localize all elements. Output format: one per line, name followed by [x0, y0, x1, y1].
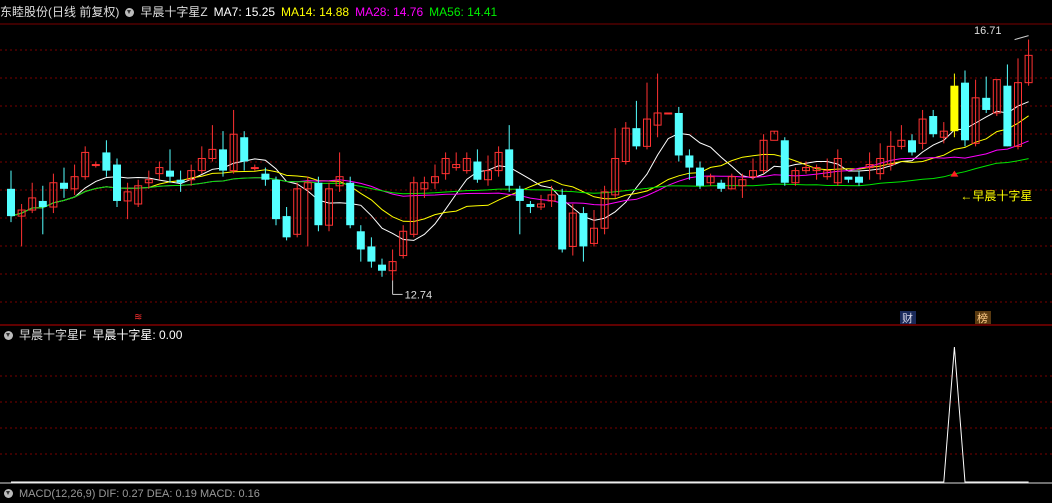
sub-indicator-name[interactable]: 早晨十字星F — [19, 328, 86, 342]
candle-body — [515, 188, 524, 201]
candle-body — [367, 246, 376, 262]
dropdown-icon[interactable] — [4, 331, 13, 340]
macd-text: MACD(12,26,9) DIF: 0.27 DEA: 0.19 MACD: … — [19, 488, 260, 500]
candle-body — [558, 194, 567, 250]
candle-body — [219, 149, 227, 171]
indicator-panel — [11, 346, 1029, 483]
candle-body — [250, 167, 259, 170]
candle-body — [505, 149, 514, 186]
candle-body — [632, 128, 641, 147]
event-marker-bang: 榜 — [977, 311, 988, 325]
candle-series — [7, 39, 1033, 281]
candle-body — [982, 97, 991, 110]
high-arrow — [1014, 35, 1029, 41]
candle-body — [844, 176, 853, 180]
candle-body — [240, 137, 249, 162]
ma7-value: MA7: 15.25 — [213, 5, 276, 19]
candle-body — [91, 164, 100, 167]
candle-body — [102, 152, 111, 171]
candle-body — [929, 116, 938, 135]
candle-body — [696, 167, 704, 186]
ma28-value: MA28: 14.76 — [355, 5, 424, 19]
candle-body — [685, 155, 694, 168]
candle-body — [664, 112, 673, 115]
signal-label: ←早晨十字星 — [960, 188, 1032, 203]
event-marker-cai: 财 — [902, 311, 913, 325]
candle-body — [378, 264, 386, 271]
dropdown-icon[interactable] — [125, 8, 135, 17]
candle-body — [855, 176, 863, 183]
ma14-value: MA14: 14.88 — [281, 5, 350, 19]
candle-body — [908, 140, 916, 153]
candle-body — [261, 173, 270, 180]
candle-body — [780, 140, 789, 183]
candle-body — [579, 213, 588, 247]
candle-body — [346, 182, 355, 226]
stock-title[interactable]: 东睦股份(日线 前复权) — [0, 5, 119, 19]
candle-body — [1003, 85, 1012, 147]
candle-body — [60, 182, 68, 189]
event-marker-icon: ≋ — [134, 312, 142, 323]
candle-body — [526, 203, 535, 208]
candle-body — [314, 182, 323, 226]
sub-indicator-value: 早晨十字星: 0.00 — [92, 328, 183, 342]
sub-header: 早晨十字星F 早晨十字星: 0.00 — [0, 326, 188, 344]
candle-body — [7, 188, 15, 217]
indicator-line — [11, 346, 1029, 483]
candle-body — [38, 200, 47, 208]
dropdown-icon[interactable] — [4, 489, 13, 498]
indicator-name[interactable]: 早晨十字星Z — [140, 5, 207, 19]
candle-body — [282, 216, 291, 238]
candle-body — [950, 85, 959, 132]
low-price-label: 12.74 — [405, 289, 433, 301]
bottom-header: MACD(12,26,9) DIF: 0.27 DEA: 0.19 MACD: … — [0, 485, 266, 503]
candle-body — [166, 170, 174, 177]
grid-lines — [0, 23, 1052, 484]
candle-body — [473, 161, 482, 180]
candle-body — [272, 179, 280, 220]
ma56-value: MA56: 14.41 — [429, 5, 498, 19]
candle-body — [176, 179, 185, 183]
candle-body — [961, 82, 969, 141]
high-price-label: 16.71 — [974, 25, 1002, 37]
candle-body — [356, 231, 365, 250]
main-header: 东睦股份(日线 前复权) 早晨十字星Z MA7: 15.25 MA14: 14.88 M… — [0, 3, 503, 21]
candle-body — [674, 112, 683, 156]
candle-body — [717, 182, 726, 189]
candle-body — [113, 164, 121, 201]
candlestick-chart: 16.71 12.74 ←早晨十字星 ≋ 财 榜 — [0, 23, 1052, 484]
